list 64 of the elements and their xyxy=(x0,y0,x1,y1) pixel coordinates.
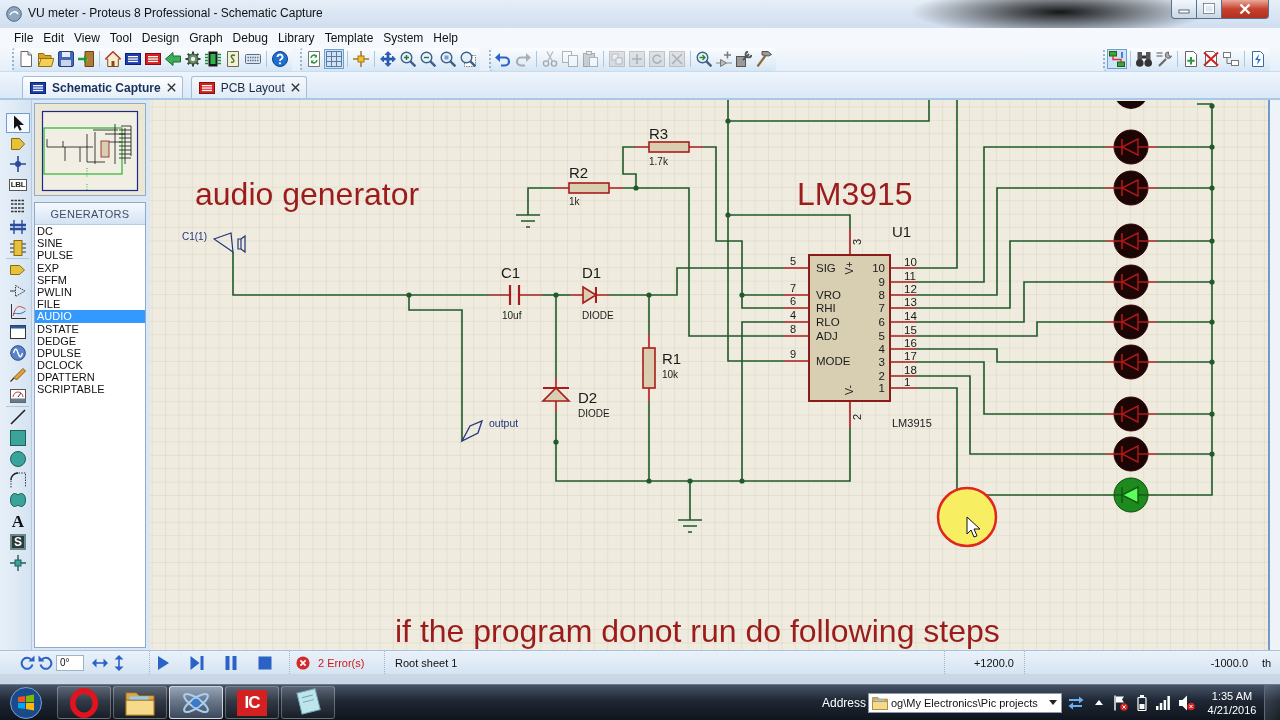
pin-number: 2 xyxy=(878,370,885,382)
pin-number: 6 xyxy=(789,295,797,307)
pin-number: 14 xyxy=(904,310,917,322)
pin-name: V- xyxy=(843,385,855,395)
part-label: LM3915 xyxy=(892,417,932,429)
pin-number: 18 xyxy=(904,364,917,376)
reference-label: D2 xyxy=(578,389,598,406)
clock-time: 1:35 AM xyxy=(1211,688,1253,703)
reference-label: R1 xyxy=(662,350,682,367)
address-label: Address xyxy=(822,695,868,710)
pin-number: 9 xyxy=(789,348,797,360)
pin-number: 9 xyxy=(878,276,885,288)
generator-label: C1(1) xyxy=(182,231,207,242)
pin-name: V+ xyxy=(843,261,855,275)
pin-number: 8 xyxy=(789,323,797,335)
x-coordinate: +1200.0 xyxy=(973,656,1014,669)
pin-number: 5 xyxy=(789,255,797,267)
pin-number: 10 xyxy=(904,256,917,268)
pin-number: 6 xyxy=(878,316,885,328)
reference-label: R2 xyxy=(569,164,589,181)
chip-reference: U1 xyxy=(892,223,912,240)
terminal-label: output xyxy=(489,417,519,429)
value-label: 10uf xyxy=(502,310,522,321)
pin-number: 11 xyxy=(904,270,916,282)
note-text: if the program donot run do following steps xyxy=(395,613,1000,649)
value-label: 1k xyxy=(569,196,580,207)
pin-number: 4 xyxy=(789,309,797,321)
note-text: audio generator xyxy=(195,176,420,212)
pin-number: 12 xyxy=(904,283,917,295)
pin-name: SIG xyxy=(816,262,836,274)
pin-number: 17 xyxy=(904,350,917,362)
pin-number: 10 xyxy=(872,262,885,274)
pin-number: 7 xyxy=(789,282,797,294)
note-text: LM3915 xyxy=(797,176,913,212)
selector-title: GENERATORS xyxy=(35,203,145,225)
value-label: DIODE xyxy=(578,408,610,419)
value-label: 1.7k xyxy=(649,156,668,167)
pin-number: 3 xyxy=(851,238,863,246)
pin-number: 1 xyxy=(878,382,885,394)
units-label: th xyxy=(1262,656,1272,669)
value-label: 10k xyxy=(662,369,679,380)
window-title: VU meter - Proteus 8 Professional - Schematic Capture xyxy=(28,6,323,20)
pin-number: 4 xyxy=(878,343,885,355)
pin-name: MODE xyxy=(816,355,851,367)
reference-label: C1 xyxy=(501,264,521,281)
pin-name: ADJ xyxy=(816,330,838,342)
pin-number: 3 xyxy=(878,356,885,368)
pin-number: 15 xyxy=(904,324,917,336)
pin-name: VRO xyxy=(816,289,841,301)
pin-number: 7 xyxy=(878,302,885,314)
pin-name: RLO xyxy=(816,316,840,328)
pin-name: RHI xyxy=(816,302,836,314)
pin-number: 5 xyxy=(878,330,885,342)
sheet-name: Root sheet 1 xyxy=(395,656,458,669)
pin-number: 8 xyxy=(878,289,885,301)
pin-number: 2 xyxy=(851,413,863,421)
reference-label: D1 xyxy=(582,264,602,281)
reference-label: R3 xyxy=(649,125,669,142)
pin-number: 1 xyxy=(904,376,911,388)
value-label: DIODE xyxy=(582,310,614,321)
pin-number: 13 xyxy=(904,296,917,308)
clock-date: 4/21/2016 xyxy=(1207,702,1257,717)
pin-number: 16 xyxy=(904,337,917,349)
y-coordinate: -1000.0 xyxy=(1210,656,1248,669)
